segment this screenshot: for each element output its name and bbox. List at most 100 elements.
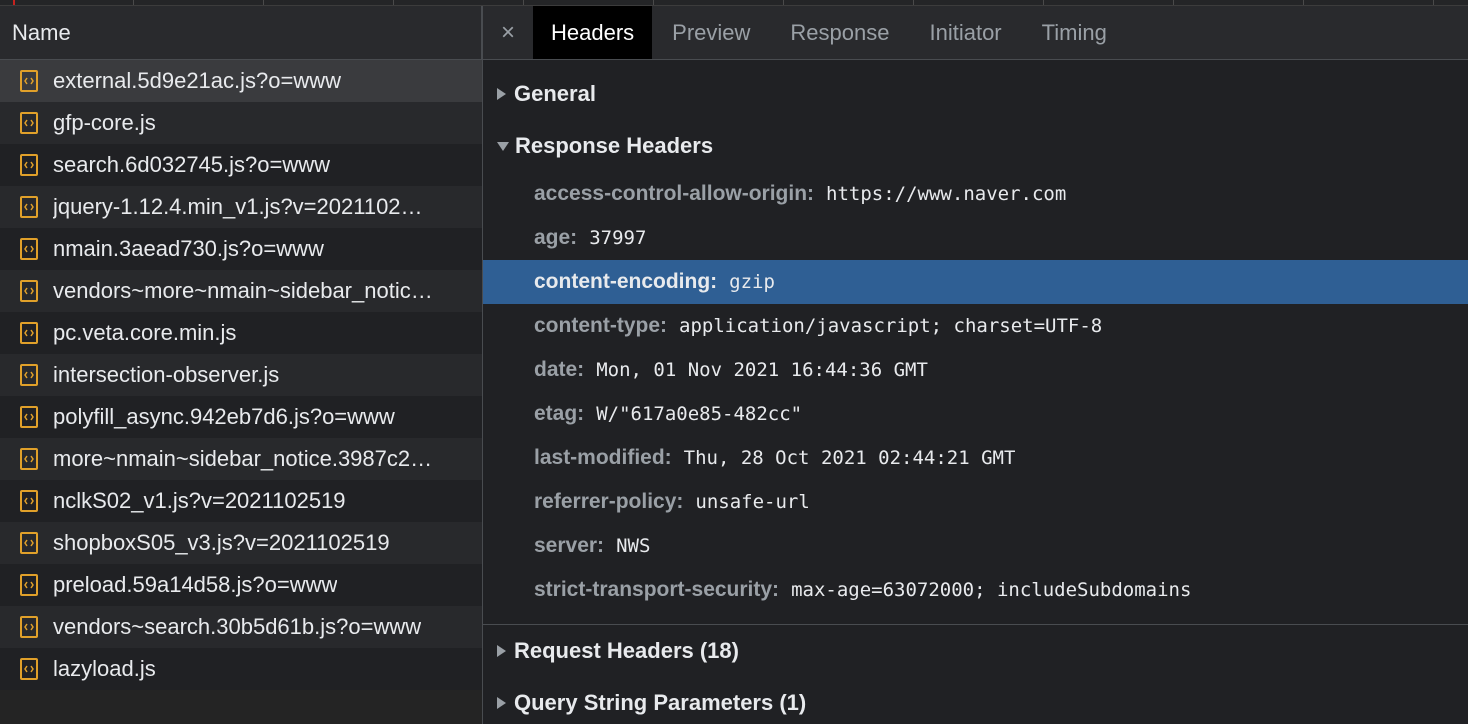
header-value: NWS bbox=[616, 535, 651, 557]
timeline-divider bbox=[1043, 0, 1044, 5]
request-list: external.5d9e21ac.js?o=www gfp-core.js sea… bbox=[0, 60, 482, 690]
response-header-row[interactable]: age: 37997 bbox=[483, 216, 1468, 260]
timeline-divider bbox=[653, 0, 654, 5]
timeline-divider bbox=[1303, 0, 1304, 5]
response-header-row[interactable]: content-encoding: gzip bbox=[483, 260, 1468, 304]
response-header-row[interactable]: server: NWS bbox=[483, 524, 1468, 568]
timeline-divider bbox=[783, 0, 784, 5]
response-header-row[interactable]: date: Mon, 01 Nov 2021 16:44:36 GMT bbox=[483, 348, 1468, 392]
request-row[interactable]: shopboxS05_v3.js?v=2021102519 bbox=[0, 522, 482, 564]
request-name: polyfill_async.942eb7d6.js?o=www bbox=[53, 404, 395, 429]
tab-headers[interactable]: Headers bbox=[533, 6, 653, 59]
name-column-header[interactable]: Name bbox=[0, 6, 482, 60]
header-value: https://www.naver.com bbox=[826, 183, 1067, 205]
request-row[interactable]: lazyload.js bbox=[0, 648, 482, 690]
timeline-divider bbox=[1173, 0, 1174, 5]
response-header-row[interactable]: access-control-allow-origin: https://www.… bbox=[483, 172, 1468, 216]
request-name: preload.59a14d58.js?o=www bbox=[53, 572, 338, 597]
timeline-divider bbox=[133, 0, 134, 5]
section-general[interactable]: General bbox=[483, 68, 1468, 120]
script-file-icon bbox=[20, 406, 38, 428]
header-name: age: bbox=[534, 226, 578, 249]
section-response-headers-label: Response Headers bbox=[515, 133, 714, 158]
close-icon[interactable]: × bbox=[483, 6, 533, 59]
request-name: pc.veta.core.min.js bbox=[53, 320, 237, 345]
request-row[interactable]: gfp-core.js bbox=[0, 102, 482, 144]
script-file-icon bbox=[20, 364, 38, 386]
request-row[interactable]: more~nmain~sidebar_notice.3987c2… bbox=[0, 438, 482, 480]
response-header-row[interactable]: etag: W/"617a0e85-482cc" bbox=[483, 392, 1468, 436]
script-file-icon bbox=[20, 616, 38, 638]
expand-arrow-icon bbox=[497, 697, 506, 709]
script-file-icon bbox=[20, 658, 38, 680]
name-column-label: Name bbox=[12, 19, 71, 45]
header-value: Thu, 28 Oct 2021 02:44:21 GMT bbox=[683, 447, 1016, 469]
details-tab-bar: × Headers Preview Response Initiator Timing bbox=[483, 6, 1468, 60]
request-name: gfp-core.js bbox=[53, 110, 156, 135]
expand-arrow-icon bbox=[497, 645, 506, 657]
script-file-icon bbox=[20, 490, 38, 512]
header-name: server: bbox=[534, 534, 605, 557]
script-file-icon bbox=[20, 112, 38, 134]
request-name: vendors~search.30b5d61b.js?o=www bbox=[53, 614, 422, 639]
header-value: application/javascript; charset=UTF-8 bbox=[679, 315, 1103, 337]
request-details-pane: × Headers Preview Response Initiator Timing … bbox=[483, 6, 1468, 724]
timeline-divider bbox=[913, 0, 914, 5]
request-name: external.5d9e21ac.js?o=www bbox=[53, 68, 342, 93]
script-file-icon bbox=[20, 448, 38, 470]
section-response-headers[interactable]: Response Headers bbox=[483, 120, 1468, 172]
devtools-network-panel: Name external.5d9e21ac.js?o=www gfp-core.… bbox=[0, 0, 1468, 724]
header-name: content-encoding: bbox=[534, 270, 718, 293]
request-name: more~nmain~sidebar_notice.3987c2… bbox=[53, 446, 433, 471]
request-name: nclkS02_v1.js?v=2021102519 bbox=[53, 488, 346, 513]
timeline-marker bbox=[13, 0, 15, 5]
request-row[interactable]: preload.59a14d58.js?o=www bbox=[0, 564, 482, 606]
request-row[interactable]: pc.veta.core.min.js bbox=[0, 312, 482, 354]
request-row[interactable]: intersection-observer.js bbox=[0, 354, 482, 396]
collapse-arrow-icon bbox=[497, 141, 509, 151]
request-row[interactable]: search.6d032745.js?o=www bbox=[0, 144, 482, 186]
response-header-row[interactable]: referrer-policy: unsafe-url bbox=[483, 480, 1468, 524]
tab-response[interactable]: Response bbox=[770, 6, 909, 59]
section-query-string-label: Query String Parameters (1) bbox=[514, 690, 807, 715]
request-row[interactable]: nmain.3aead730.js?o=www bbox=[0, 228, 482, 270]
request-row[interactable]: polyfill_async.942eb7d6.js?o=www bbox=[0, 396, 482, 438]
timeline-divider bbox=[393, 0, 394, 5]
script-file-icon bbox=[20, 154, 38, 176]
tab-initiator[interactable]: Initiator bbox=[909, 6, 1021, 59]
header-value: W/"617a0e85-482cc" bbox=[596, 403, 803, 425]
header-value: max-age=63072000; includeSubdomains bbox=[791, 579, 1192, 601]
header-name: content-type: bbox=[534, 314, 667, 337]
script-file-icon bbox=[20, 532, 38, 554]
request-list-pane: Name external.5d9e21ac.js?o=www gfp-core.… bbox=[0, 6, 483, 724]
response-header-row[interactable]: strict-transport-security: max-age=630720… bbox=[483, 568, 1468, 612]
header-name: date: bbox=[534, 358, 585, 381]
response-header-row[interactable]: last-modified: Thu, 28 Oct 2021 02:44:21 … bbox=[483, 436, 1468, 480]
tab-preview[interactable]: Preview bbox=[652, 6, 770, 59]
script-file-icon bbox=[20, 70, 38, 92]
request-name: intersection-observer.js bbox=[53, 362, 280, 387]
timeline-divider bbox=[523, 0, 524, 5]
section-query-string-parameters[interactable]: Query String Parameters (1) bbox=[483, 677, 1468, 724]
header-name: etag: bbox=[534, 402, 585, 425]
response-header-row[interactable]: content-type: application/javascript; cha… bbox=[483, 304, 1468, 348]
script-file-icon bbox=[20, 574, 38, 596]
script-file-icon bbox=[20, 280, 38, 302]
tab-timing[interactable]: Timing bbox=[1022, 6, 1127, 59]
timeline-divider bbox=[263, 0, 264, 5]
header-name: referrer-policy: bbox=[534, 490, 684, 513]
request-row[interactable]: vendors~search.30b5d61b.js?o=www bbox=[0, 606, 482, 648]
header-name: strict-transport-security: bbox=[534, 578, 780, 601]
section-request-headers[interactable]: Request Headers (18) bbox=[483, 625, 1468, 677]
header-name: last-modified: bbox=[534, 446, 672, 469]
request-name: jquery-1.12.4.min_v1.js?v=2021102… bbox=[53, 194, 423, 219]
request-row[interactable]: vendors~more~nmain~sidebar_notic… bbox=[0, 270, 482, 312]
header-value: Mon, 01 Nov 2021 16:44:36 GMT bbox=[596, 359, 928, 381]
request-name: lazyload.js bbox=[53, 656, 156, 681]
request-name: vendors~more~nmain~sidebar_notic… bbox=[53, 278, 433, 303]
request-row[interactable]: external.5d9e21ac.js?o=www bbox=[0, 60, 482, 102]
request-row[interactable]: jquery-1.12.4.min_v1.js?v=2021102… bbox=[0, 186, 482, 228]
script-file-icon bbox=[20, 322, 38, 344]
request-row[interactable]: nclkS02_v1.js?v=2021102519 bbox=[0, 480, 482, 522]
request-name: search.6d032745.js?o=www bbox=[53, 152, 331, 177]
